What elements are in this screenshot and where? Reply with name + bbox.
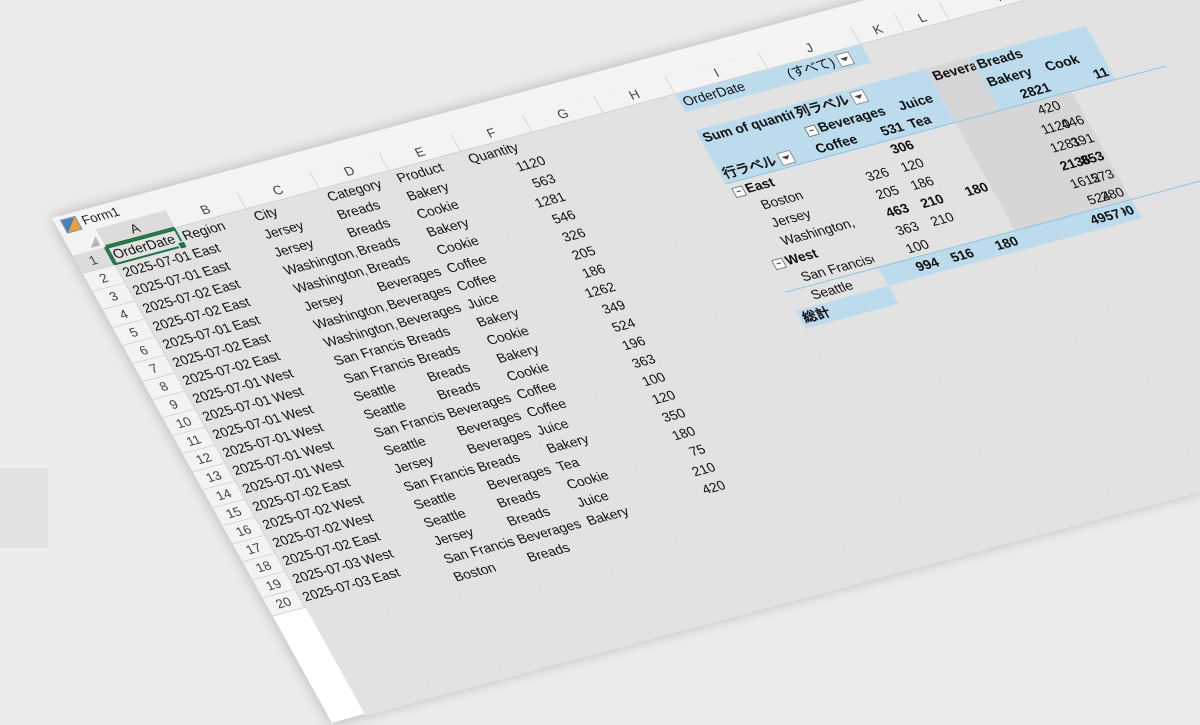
collapse-east-icon[interactable]: − xyxy=(731,185,748,199)
column-filter-dropdown-icon[interactable] xyxy=(849,89,870,106)
app-icon xyxy=(59,215,83,234)
background-block xyxy=(0,468,48,548)
collapse-beverages-icon[interactable]: − xyxy=(803,124,820,138)
spreadsheet-scene: Form1 ABCDEFGHIJKLM123456789101112131415… xyxy=(52,0,1200,723)
collapse-west-icon[interactable]: − xyxy=(771,257,788,271)
app-window: Form1 ABCDEFGHIJKLM123456789101112131415… xyxy=(52,0,1200,723)
filter-dropdown-icon[interactable] xyxy=(834,51,856,68)
